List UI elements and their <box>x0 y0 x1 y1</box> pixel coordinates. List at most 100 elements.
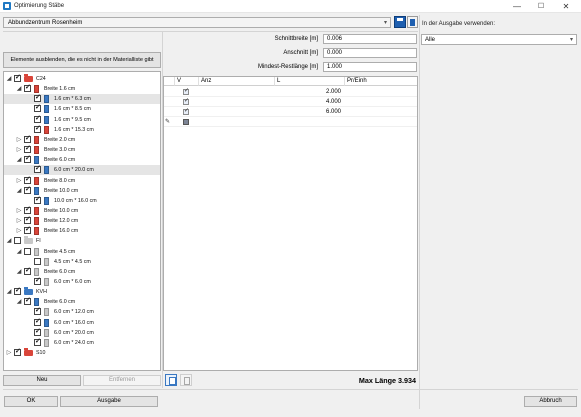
tree-item[interactable]: ▷ S10 <box>4 347 160 358</box>
tree-checkbox[interactable] <box>24 154 31 164</box>
grid-header-l[interactable]: L <box>275 77 345 86</box>
tree-checkbox[interactable] <box>34 103 41 113</box>
tree-checkbox[interactable] <box>14 286 21 296</box>
tree-checkbox[interactable] <box>24 247 31 255</box>
row-checkbox[interactable] <box>183 107 189 115</box>
delete-row-icon[interactable] <box>180 374 192 386</box>
tree-checkbox[interactable] <box>14 237 21 245</box>
row-checkbox[interactable] <box>183 119 189 125</box>
material-tree[interactable]: ◢ C24 ◢ Breite 1.6 cm 1.6 cm * 6.3 cm 1.6 cm … <box>3 71 161 371</box>
new-table-row[interactable]: ✎ <box>164 117 417 127</box>
cancel-button[interactable]: Abbruch <box>524 396 577 407</box>
output-button[interactable]: Ausgabe <box>60 396 158 407</box>
tree-item[interactable]: 6.0 cm * 12.0 cm <box>4 306 160 317</box>
tree-checkbox[interactable] <box>34 114 41 123</box>
tree-checkbox[interactable] <box>34 195 41 204</box>
tree-checkbox[interactable] <box>24 185 31 194</box>
tree-item[interactable]: ◢ Breite 4.5 cm <box>4 247 160 257</box>
collapse-arrow-icon[interactable]: ◢ <box>6 75 12 83</box>
tree-checkbox[interactable] <box>14 73 21 82</box>
collapse-arrow-icon[interactable]: ◢ <box>6 288 12 296</box>
tree-item[interactable]: ◢ Breite 1.6 cm <box>4 83 160 94</box>
location-combo[interactable]: Abbundzentrum Rosenheim ▾ <box>3 17 391 28</box>
tree-item[interactable]: ◢ Breite 6.0 cm <box>4 266 160 277</box>
tree-checkbox[interactable] <box>34 164 41 174</box>
tree-item[interactable]: ◢ Breite 10.0 cm <box>4 185 160 196</box>
tree-checkbox[interactable] <box>34 124 41 133</box>
tree-item[interactable]: ◢ Breite 6.0 cm <box>4 154 160 165</box>
row-length[interactable]: 2.000 <box>308 89 341 95</box>
expand-arrow-icon[interactable]: ▷ <box>16 227 22 235</box>
tree-checkbox[interactable] <box>24 83 31 93</box>
row-length[interactable]: 6.000 <box>308 109 341 115</box>
tree-checkbox[interactable] <box>24 266 31 275</box>
tree-item[interactable]: 6.0 cm * 24.0 cm <box>4 337 160 348</box>
anschnitt-input[interactable]: 0.000 <box>323 48 417 58</box>
tree-checkbox[interactable] <box>24 296 31 306</box>
save-icon[interactable] <box>394 16 406 28</box>
tree-checkbox[interactable] <box>34 93 41 103</box>
table-row[interactable]: 4.000 <box>164 97 417 107</box>
remove-button[interactable]: Entfernen <box>83 375 161 386</box>
tree-checkbox[interactable] <box>34 327 41 336</box>
tree-checkbox[interactable] <box>34 306 41 316</box>
tree-checkbox[interactable] <box>24 215 31 225</box>
grid-header-pr-einh[interactable]: Pr/Einh <box>345 77 417 86</box>
grid-header-anz[interactable]: Anz <box>199 77 275 86</box>
maximize-button[interactable]: ☐ <box>531 0 551 13</box>
hide-elements-button[interactable]: Elemente ausblenden, die es nicht in der… <box>3 52 161 68</box>
minimize-button[interactable]: — <box>507 0 527 13</box>
expand-arrow-icon[interactable]: ▷ <box>16 217 22 225</box>
collapse-arrow-icon[interactable]: ◢ <box>16 85 22 93</box>
collapse-arrow-icon[interactable]: ◢ <box>16 187 22 195</box>
mindest-restlaenge-input[interactable]: 1.000 <box>323 62 417 72</box>
tree-checkbox[interactable] <box>24 175 31 184</box>
copy-icon[interactable] <box>407 16 418 28</box>
collapse-arrow-icon[interactable]: ◢ <box>16 298 22 306</box>
collapse-arrow-icon[interactable]: ◢ <box>16 156 22 164</box>
row-length[interactable]: 4.000 <box>308 99 341 105</box>
tree-item-label: Breite 3.0 cm <box>44 147 76 154</box>
tree-item-label: 6.0 cm * 20.0 cm <box>54 167 94 174</box>
tree-checkbox[interactable] <box>24 225 31 235</box>
tree-checkbox[interactable] <box>34 276 41 285</box>
tree-checkbox[interactable] <box>14 347 21 357</box>
tree-item[interactable]: ◢ FI <box>4 236 160 246</box>
tree-item[interactable]: 1.6 cm * 8.5 cm <box>4 103 160 114</box>
tree-checkbox[interactable] <box>34 337 41 346</box>
tree-item[interactable]: ◢ Breite 6.0 cm <box>4 296 160 307</box>
row-checkbox[interactable] <box>183 97 189 105</box>
close-button[interactable]: ✕ <box>556 0 576 13</box>
tree-checkbox[interactable] <box>24 205 31 214</box>
tree-item[interactable]: 6.0 cm * 6.0 cm <box>4 276 160 287</box>
collapse-arrow-icon[interactable]: ◢ <box>16 248 22 256</box>
tree-checkbox[interactable] <box>24 134 31 143</box>
tree-item[interactable]: 6.0 cm * 16.0 cm <box>4 317 160 328</box>
grid-header-v[interactable]: V <box>175 77 199 86</box>
expand-arrow-icon[interactable]: ▷ <box>16 136 22 144</box>
tree-item[interactable]: ▷ Breite 16.0 cm <box>4 225 160 236</box>
mindest-restlaenge-label: Mindest-Restlänge [m] <box>257 64 318 70</box>
tree-checkbox[interactable] <box>24 144 31 154</box>
collapse-arrow-icon[interactable]: ◢ <box>16 268 22 276</box>
tree-checkbox[interactable] <box>34 317 41 326</box>
table-row[interactable]: 2.000 <box>164 87 417 97</box>
ausgabe-combo[interactable]: Alle ▾ <box>421 34 577 45</box>
expand-arrow-icon[interactable]: ▷ <box>6 349 12 357</box>
collapse-arrow-icon[interactable]: ◢ <box>6 237 12 245</box>
expand-arrow-icon[interactable]: ▷ <box>16 146 22 154</box>
length-grid[interactable]: V Anz L Pr/Einh 2.000 4.000 6.000 ✎ <box>163 76 418 371</box>
tree-item[interactable]: 1.6 cm * 9.5 cm <box>4 114 160 125</box>
expand-arrow-icon[interactable]: ▷ <box>16 207 22 215</box>
tree-item[interactable]: 1.6 cm * 6.3 cm <box>4 93 160 105</box>
row-checkbox[interactable] <box>183 87 189 95</box>
ok-button[interactable]: OK <box>4 396 58 407</box>
timber-bar-icon <box>44 308 49 317</box>
add-row-icon[interactable] <box>165 374 177 386</box>
expand-arrow-icon[interactable]: ▷ <box>16 177 22 185</box>
tree-checkbox[interactable] <box>34 257 41 265</box>
new-button[interactable]: Neu <box>3 375 81 386</box>
tree-item[interactable]: 6.0 cm * 20.0 cm <box>4 327 160 338</box>
table-row[interactable]: 6.000 <box>164 107 417 117</box>
schnittbreite-input[interactable]: 0.006 <box>323 34 417 44</box>
